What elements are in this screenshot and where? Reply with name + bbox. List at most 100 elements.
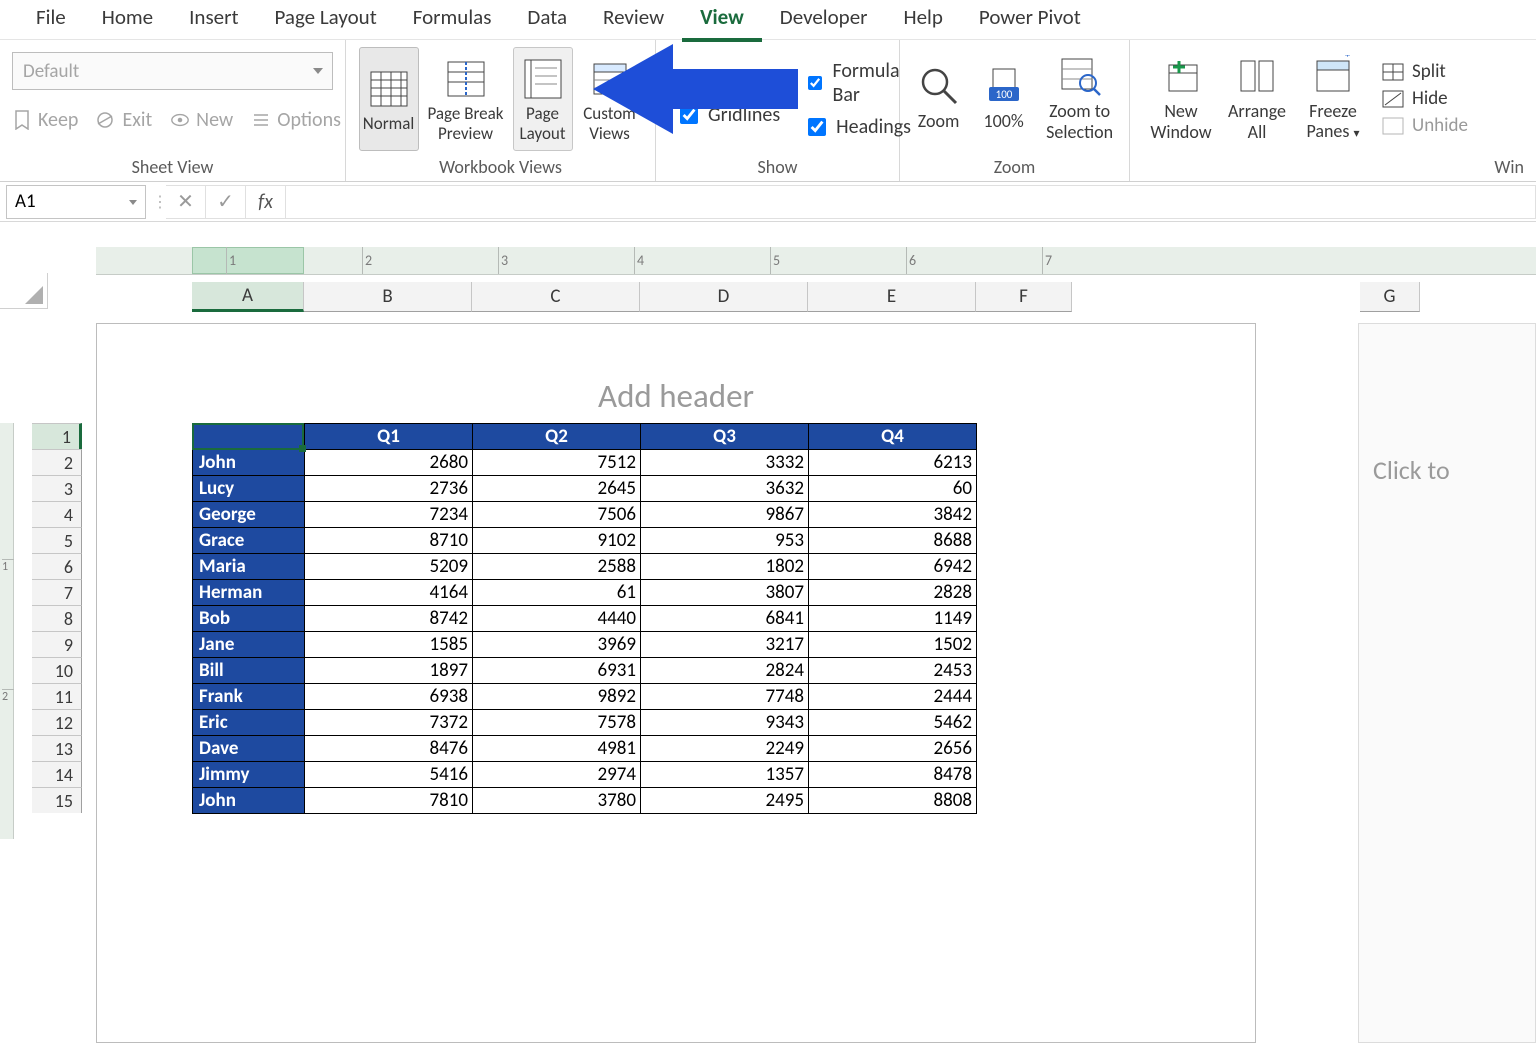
table-row[interactable]: Maria5209258818026942	[193, 554, 977, 580]
value-cell[interactable]: 1502	[809, 632, 977, 658]
value-cell[interactable]: 5462	[809, 710, 977, 736]
row-header-9[interactable]: 9	[32, 631, 82, 657]
table-row[interactable]: Lucy27362645363260	[193, 476, 977, 502]
value-cell[interactable]: 1897	[305, 658, 473, 684]
arrange-all-button[interactable]: Arrange All	[1222, 47, 1292, 151]
headings-checkbox-row[interactable]: Headings	[808, 115, 911, 139]
row-header-13[interactable]: 13	[32, 735, 82, 761]
table-row[interactable]: Frank6938989277482444	[193, 684, 977, 710]
freeze-panes-button[interactable]: * Freeze Panes ▾	[1298, 47, 1368, 151]
column-header-C[interactable]: C	[472, 282, 640, 312]
value-cell[interactable]: 2453	[809, 658, 977, 684]
table-row[interactable]: Grace871091029538688	[193, 528, 977, 554]
table-row[interactable]: Bill1897693128242453	[193, 658, 977, 684]
menu-tab-page-layout[interactable]: Page Layout	[256, 0, 394, 42]
value-cell[interactable]: 8742	[305, 606, 473, 632]
value-cell[interactable]: 2974	[473, 762, 641, 788]
row-header-5[interactable]: 5	[32, 527, 82, 553]
table-header-Q4[interactable]: Q4	[809, 424, 977, 450]
cancel-formula-button[interactable]: ✕	[166, 185, 206, 219]
custom-views-button[interactable]: Custom Views	[577, 47, 643, 151]
value-cell[interactable]: 2824	[641, 658, 809, 684]
name-cell[interactable]: Frank	[193, 684, 305, 710]
value-cell[interactable]: 9867	[641, 502, 809, 528]
name-cell[interactable]: John	[193, 450, 305, 476]
value-cell[interactable]: 953	[641, 528, 809, 554]
value-cell[interactable]: 3632	[641, 476, 809, 502]
value-cell[interactable]: 2495	[641, 788, 809, 814]
table-header-blank[interactable]	[193, 424, 305, 450]
sheet-view-selector[interactable]	[12, 52, 333, 90]
table-row[interactable]: George7234750698673842	[193, 502, 977, 528]
value-cell[interactable]: 2828	[809, 580, 977, 606]
sheet-view-select-input[interactable]	[12, 52, 333, 90]
value-cell[interactable]: 7578	[473, 710, 641, 736]
insert-function-button[interactable]: fx	[246, 185, 286, 219]
name-cell[interactable]: John	[193, 788, 305, 814]
value-cell[interactable]: 3969	[473, 632, 641, 658]
value-cell[interactable]: 1149	[809, 606, 977, 632]
value-cell[interactable]: 5209	[305, 554, 473, 580]
menu-tab-help[interactable]: Help	[886, 0, 961, 42]
hide-button[interactable]: Hide	[1382, 87, 1468, 110]
column-header-B[interactable]: B	[304, 282, 472, 312]
value-cell[interactable]: 3807	[641, 580, 809, 606]
value-cell[interactable]: 6213	[809, 450, 977, 476]
column-header-F[interactable]: F	[976, 282, 1072, 312]
value-cell[interactable]: 3842	[809, 502, 977, 528]
zoom-100-button[interactable]: 100 100%	[973, 47, 1034, 151]
name-box[interactable]	[6, 185, 146, 219]
column-header-E[interactable]: E	[808, 282, 976, 312]
name-cell[interactable]: George	[193, 502, 305, 528]
sheet-view-new[interactable]: New	[170, 108, 233, 132]
value-cell[interactable]: 7506	[473, 502, 641, 528]
formula-bar-checkbox[interactable]	[808, 74, 822, 92]
name-cell[interactable]: Maria	[193, 554, 305, 580]
value-cell[interactable]: 7748	[641, 684, 809, 710]
sheet-view-keep[interactable]: Keep	[12, 108, 78, 132]
value-cell[interactable]: 4164	[305, 580, 473, 606]
menu-tab-power-pivot[interactable]: Power Pivot	[961, 0, 1099, 42]
page-2-preview[interactable]: Click to	[1358, 323, 1536, 1043]
column-header-A[interactable]: A	[192, 282, 304, 312]
sheet-view-options[interactable]: Options	[251, 108, 341, 132]
formula-input[interactable]	[286, 185, 1536, 219]
row-header-3[interactable]: 3	[32, 475, 82, 501]
row-header-1[interactable]: 1	[32, 423, 82, 449]
table-header-Q1[interactable]: Q1	[305, 424, 473, 450]
value-cell[interactable]: 6931	[473, 658, 641, 684]
menu-tab-developer[interactable]: Developer	[762, 0, 886, 42]
value-cell[interactable]: 9892	[473, 684, 641, 710]
value-cell[interactable]: 8478	[809, 762, 977, 788]
vertical-ruler[interactable]: 12	[0, 423, 14, 839]
row-header-15[interactable]: 15	[32, 787, 82, 813]
value-cell[interactable]: 6942	[809, 554, 977, 580]
value-cell[interactable]: 7234	[305, 502, 473, 528]
page-layout-button[interactable]: Page Layout	[513, 47, 573, 151]
value-cell[interactable]: 9343	[641, 710, 809, 736]
name-cell[interactable]: Lucy	[193, 476, 305, 502]
value-cell[interactable]: 2645	[473, 476, 641, 502]
value-cell[interactable]: 2588	[473, 554, 641, 580]
value-cell[interactable]: 3217	[641, 632, 809, 658]
column-header-D[interactable]: D	[640, 282, 808, 312]
menu-tab-view[interactable]: View	[682, 0, 762, 42]
value-cell[interactable]: 2680	[305, 450, 473, 476]
value-cell[interactable]: 8688	[809, 528, 977, 554]
value-cell[interactable]: 8710	[305, 528, 473, 554]
zoom-to-selection-button[interactable]: Zoom to Selection	[1038, 47, 1121, 151]
value-cell[interactable]: 7512	[473, 450, 641, 476]
value-cell[interactable]: 7372	[305, 710, 473, 736]
table-row[interactable]: John7810378024958808	[193, 788, 977, 814]
value-cell[interactable]: 3332	[641, 450, 809, 476]
value-cell[interactable]: 4440	[473, 606, 641, 632]
formula-bar-checkbox-row[interactable]: Formula Bar	[808, 59, 911, 107]
menu-tab-review[interactable]: Review	[585, 0, 682, 42]
horizontal-ruler[interactable]: 1234567	[96, 247, 1536, 275]
row-header-11[interactable]: 11	[32, 683, 82, 709]
row-header-14[interactable]: 14	[32, 761, 82, 787]
value-cell[interactable]: 4981	[473, 736, 641, 762]
menu-tab-insert[interactable]: Insert	[171, 0, 256, 42]
value-cell[interactable]: 9102	[473, 528, 641, 554]
value-cell[interactable]: 1802	[641, 554, 809, 580]
